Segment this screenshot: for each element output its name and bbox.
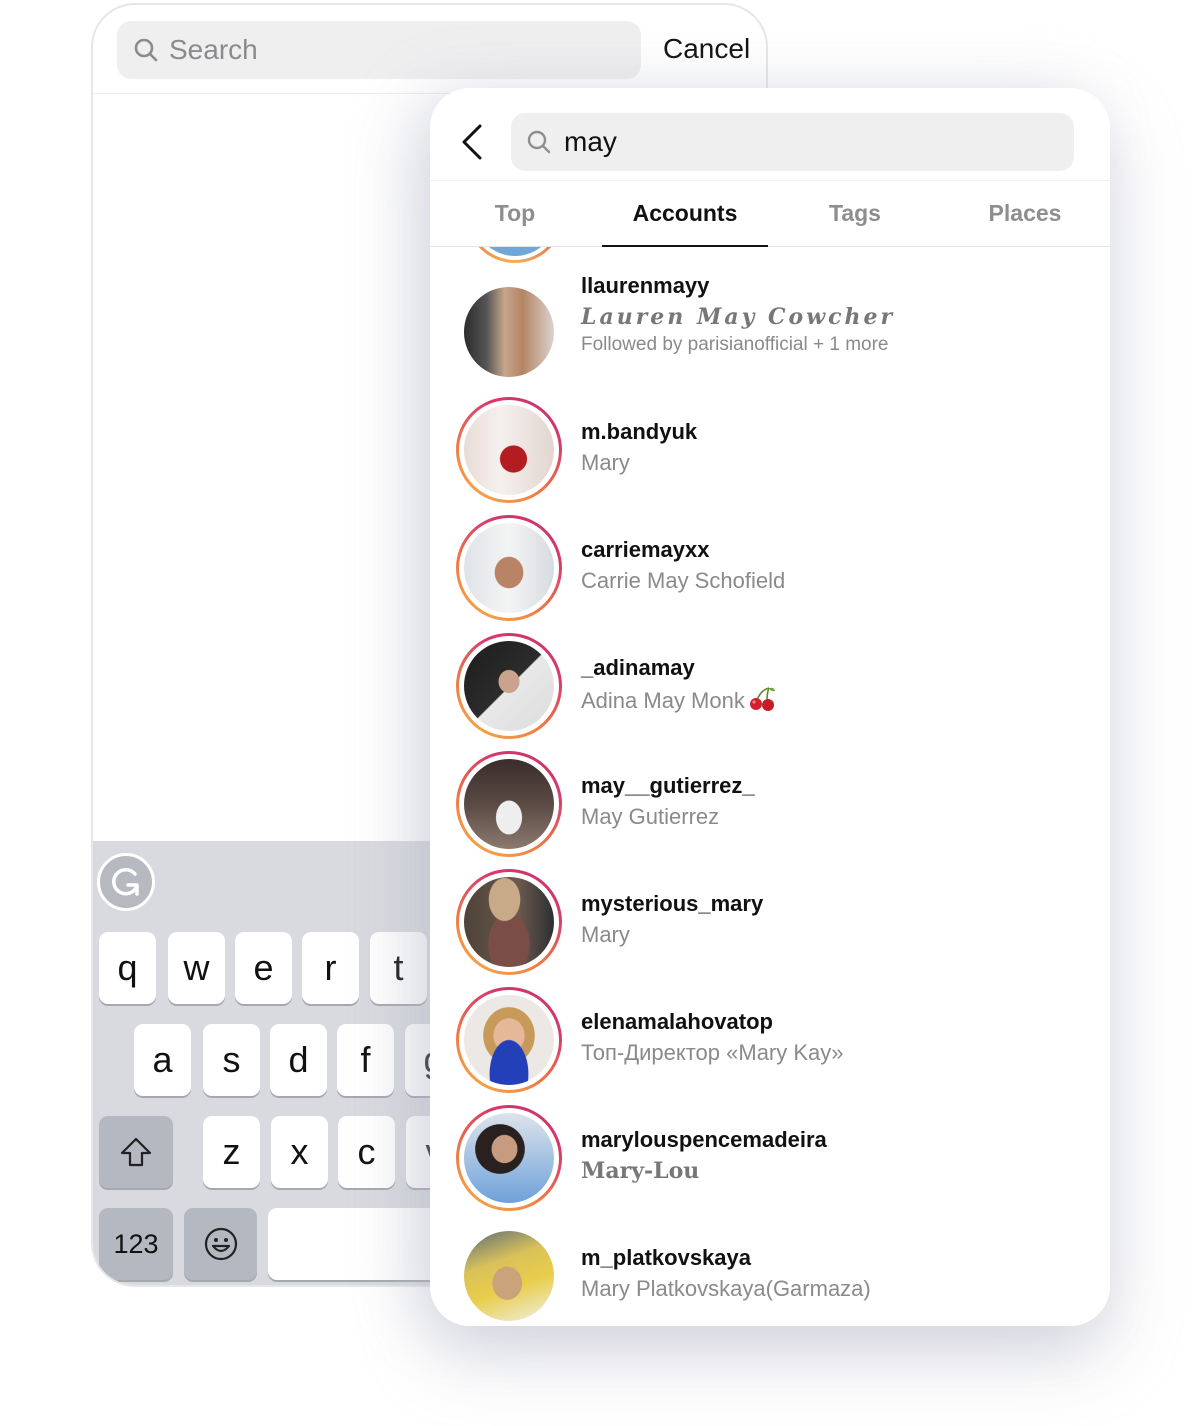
avatar-story-ring xyxy=(456,1105,562,1211)
account-username: m_platkovskaya xyxy=(581,1245,751,1270)
key-f[interactable]: f xyxy=(337,1024,394,1096)
tab-places[interactable]: Places xyxy=(940,180,1110,246)
grammarly-icon xyxy=(112,867,139,896)
key-w[interactable]: w xyxy=(168,932,225,1004)
avatar-story-ring xyxy=(456,633,562,739)
account-row[interactable]: mysterious_mary Mary xyxy=(430,863,1110,981)
key-d[interactable]: d xyxy=(270,1024,327,1096)
key-t[interactable]: t xyxy=(370,932,427,1004)
partial-avatar[interactable] xyxy=(466,247,564,263)
account-row[interactable]: elenamalahovatop Топ-Директор «Mary Kay» xyxy=(430,981,1110,1099)
account-username: llaurenmayy xyxy=(581,273,710,298)
account-row[interactable]: m.bandyuk Mary xyxy=(430,391,1110,509)
account-row[interactable]: carriemayxx Carrie May Schofield xyxy=(430,509,1110,627)
back-search-field[interactable]: Search xyxy=(117,21,641,79)
account-row[interactable]: llaurenmayy Lauren May Cowcher Followed … xyxy=(430,273,1110,391)
search-results-screen: Top Accounts Tags Places llaurenmayy Lau… xyxy=(430,88,1110,1326)
search-header xyxy=(430,88,1110,181)
account-row[interactable]: marylouspencemadeira Mary-Lou xyxy=(430,1099,1110,1217)
chevron-left-icon[interactable] xyxy=(458,122,486,162)
back-search-header: Search Cancel xyxy=(93,5,766,94)
cancel-button[interactable]: Cancel xyxy=(663,33,750,65)
tab-tags[interactable]: Tags xyxy=(770,180,940,246)
search-field[interactable] xyxy=(511,113,1074,171)
account-username: may__gutierrez_ xyxy=(581,773,755,798)
avatar xyxy=(456,279,562,385)
account-fullname: Топ-Директор «Mary Kay» xyxy=(581,1040,844,1065)
account-row[interactable]: _adinamay Adina May Monk xyxy=(430,627,1110,745)
search-tabs: Top Accounts Tags Places xyxy=(430,180,1110,247)
back-search-placeholder: Search xyxy=(169,34,258,65)
key-a[interactable]: a xyxy=(134,1024,191,1096)
key-z[interactable]: z xyxy=(203,1116,260,1188)
key-r[interactable]: r xyxy=(302,932,359,1004)
account-fullname: Carrie May Schofield xyxy=(581,568,786,593)
key-c[interactable]: c xyxy=(338,1116,395,1188)
avatar-story-ring xyxy=(456,751,562,857)
avatar-story-ring xyxy=(456,869,562,975)
account-username: mysterious_mary xyxy=(581,891,764,916)
avatar-story-ring xyxy=(456,397,562,503)
shift-icon xyxy=(120,1137,152,1167)
shift-key[interactable] xyxy=(99,1116,173,1188)
accounts-results-list: llaurenmayy Lauren May Cowcher Followed … xyxy=(430,247,1110,1326)
key-e[interactable]: e xyxy=(235,932,292,1004)
account-username: elenamalahovatop xyxy=(581,1009,773,1034)
avatar-story-ring xyxy=(456,515,562,621)
tab-accounts[interactable]: Accounts xyxy=(600,180,770,247)
account-row[interactable]: m_platkovskaya Mary Platkovskaya(Garmaza… xyxy=(430,1217,1110,1326)
emoji-icon xyxy=(204,1227,237,1261)
account-username: _adinamay xyxy=(581,655,695,680)
numbers-key[interactable]: 123 xyxy=(99,1208,173,1280)
grammarly-button[interactable] xyxy=(97,853,155,911)
account-username: m.bandyuk xyxy=(581,419,698,444)
avatar-story-ring xyxy=(456,987,562,1093)
account-fullname-text: Adina May Monk xyxy=(581,687,745,713)
search-icon xyxy=(134,38,158,62)
account-username: carriemayxx xyxy=(581,537,710,562)
cherry-emoji-icon xyxy=(747,686,777,718)
followed-by-text: Followed by parisianofficial + 1 more xyxy=(581,334,889,355)
key-x[interactable]: x xyxy=(271,1116,328,1188)
account-fullname: May Gutierrez xyxy=(581,804,720,829)
emoji-key[interactable] xyxy=(184,1208,257,1280)
account-fullname: Mary xyxy=(581,922,630,947)
search-input[interactable] xyxy=(562,125,1046,159)
account-row[interactable]: may__gutierrez_ May Gutierrez xyxy=(430,745,1110,863)
key-q[interactable]: q xyxy=(99,932,156,1004)
tab-top[interactable]: Top xyxy=(430,180,600,246)
key-s[interactable]: s xyxy=(203,1024,260,1096)
account-username: marylouspencemadeira xyxy=(581,1127,827,1152)
account-fullname: Mary Platkovskaya(Garmaza) xyxy=(581,1276,871,1301)
account-fullname: Mary-Lou xyxy=(581,1158,700,1184)
account-fullname: Adina May Monk xyxy=(581,686,777,718)
avatar xyxy=(456,1223,562,1326)
search-icon xyxy=(527,130,551,154)
account-fullname: Lauren May Cowcher xyxy=(581,304,896,330)
account-fullname: Mary xyxy=(581,450,630,475)
